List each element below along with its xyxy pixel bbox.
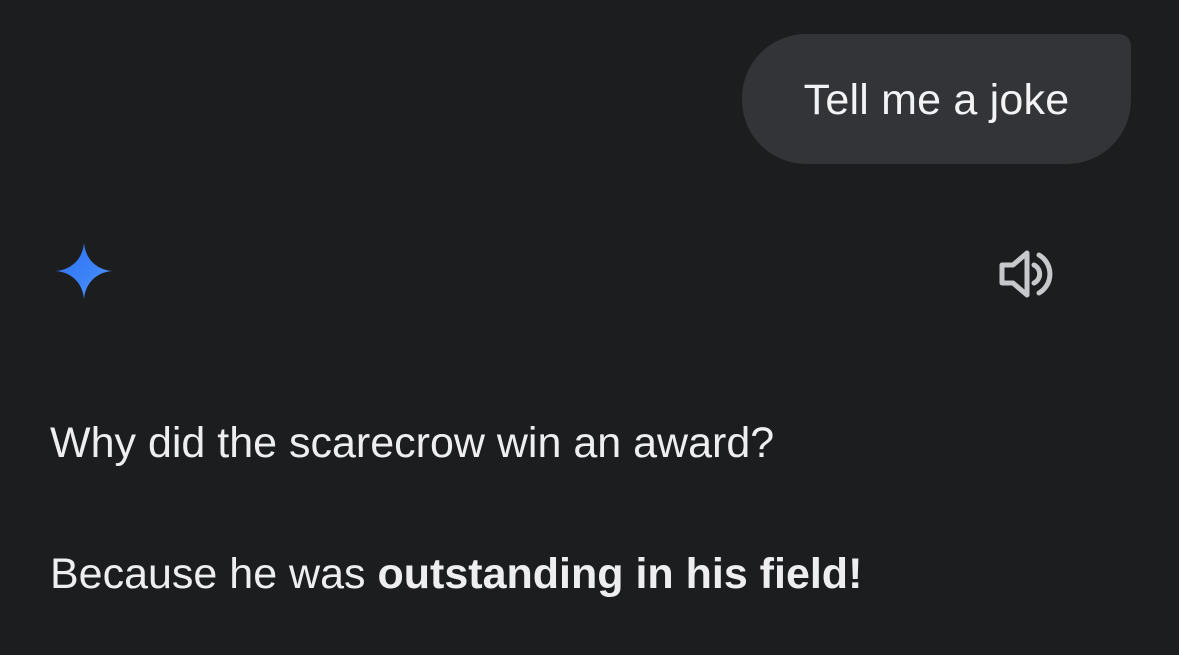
speaker-icon-svg (999, 250, 1053, 298)
sparkle-icon-svg (56, 243, 112, 299)
response-question: Why did the scarecrow win an award? (50, 419, 775, 467)
user-message-bubble: Tell me a joke (742, 34, 1131, 164)
user-message-text: Tell me a joke (803, 75, 1070, 124)
response-answer-prefix: Because he was (50, 550, 378, 598)
assistant-response: Why did the scarecrow win an award? Beca… (50, 414, 1130, 603)
sparkle-icon (54, 241, 114, 301)
response-answer: Because he was outstanding in his field! (50, 545, 1130, 603)
speaker-icon[interactable] (998, 248, 1058, 300)
response-answer-punchline: outstanding in his field! (377, 550, 863, 598)
